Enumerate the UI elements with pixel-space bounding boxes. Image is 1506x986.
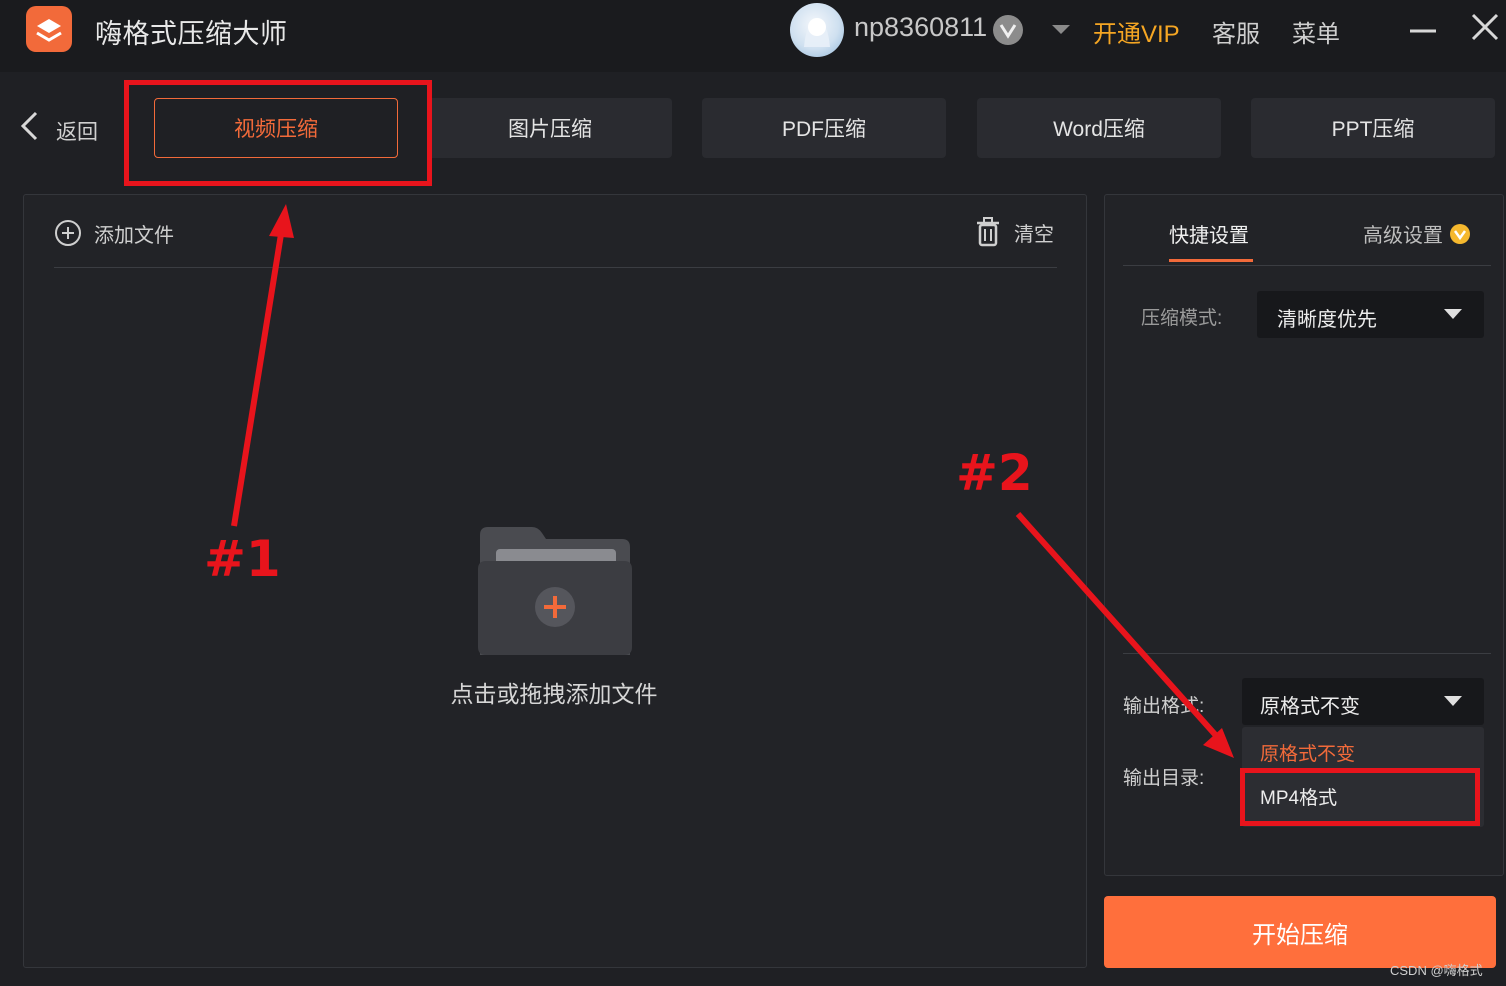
back-arrow-icon bbox=[20, 111, 38, 141]
title-bar: 嗨格式压缩大师 np8360811 开通VIP 客服 菜单 bbox=[0, 0, 1506, 72]
silver-badge-icon bbox=[993, 15, 1023, 45]
compress-mode-value: 清晰度优先 bbox=[1277, 309, 1377, 331]
tab-advanced-settings[interactable]: 高级设置 bbox=[1363, 219, 1471, 248]
username[interactable]: np8360811 bbox=[854, 12, 987, 43]
advanced-tab-label: 高级设置 bbox=[1363, 225, 1443, 247]
chevron-down-icon bbox=[1444, 309, 1462, 319]
active-tab-underline bbox=[1169, 259, 1253, 262]
start-compress-button[interactable]: 开始压缩 bbox=[1104, 896, 1496, 968]
divider bbox=[54, 267, 1057, 268]
back-label: 返回 bbox=[56, 121, 98, 144]
open-vip-link[interactable]: 开通VIP bbox=[1093, 14, 1180, 49]
clear-label: 清空 bbox=[1014, 223, 1054, 246]
menu-link[interactable]: 菜单 bbox=[1292, 14, 1340, 49]
close-icon[interactable] bbox=[1468, 10, 1502, 44]
file-list-panel: 添加文件 清空 点击或拖拽添加文件 bbox=[23, 194, 1087, 968]
output-dir-label: 输出目录: bbox=[1123, 768, 1205, 789]
minimize-icon[interactable] bbox=[1408, 16, 1438, 46]
divider bbox=[1123, 265, 1491, 266]
annotation-box-1 bbox=[124, 80, 432, 186]
annotation-box-2 bbox=[1240, 768, 1480, 826]
compress-mode-select[interactable]: 清晰度优先 bbox=[1257, 291, 1484, 338]
watermark: CSDN @嗨格式 bbox=[1390, 963, 1483, 978]
tab-ppt-compress[interactable]: PPT压缩 bbox=[1251, 98, 1495, 158]
tab-quick-settings[interactable]: 快捷设置 bbox=[1169, 219, 1249, 248]
avatar[interactable] bbox=[790, 3, 844, 57]
add-files-label: 添加文件 bbox=[94, 224, 174, 247]
trash-icon bbox=[977, 217, 999, 247]
tab-image-compress[interactable]: 图片压缩 bbox=[428, 98, 672, 158]
add-files-button[interactable]: 添加文件 bbox=[54, 217, 174, 249]
chevron-down-icon bbox=[1444, 696, 1462, 706]
crown-icon bbox=[1450, 223, 1470, 244]
app-title: 嗨格式压缩大师 bbox=[95, 19, 288, 49]
customer-service-link[interactable]: 客服 bbox=[1212, 14, 1260, 49]
chevron-down-icon[interactable] bbox=[1050, 22, 1072, 36]
tab-word-compress[interactable]: Word压缩 bbox=[977, 98, 1221, 158]
divider bbox=[1123, 653, 1491, 654]
annotation-label-2: #2 bbox=[956, 444, 1033, 502]
clear-button[interactable]: 清空 bbox=[974, 215, 1054, 249]
drop-hint: 点击或拖拽添加文件 bbox=[450, 681, 658, 707]
format-option-original[interactable]: 原格式不变 bbox=[1260, 739, 1355, 766]
tab-pdf-compress[interactable]: PDF压缩 bbox=[702, 98, 946, 158]
output-format-value: 原格式不变 bbox=[1260, 696, 1360, 718]
compress-mode-label: 压缩模式: bbox=[1141, 308, 1223, 329]
app-logo-icon bbox=[26, 6, 72, 52]
back-button[interactable]: 返回 bbox=[18, 108, 108, 148]
plus-circle-icon bbox=[55, 220, 81, 246]
output-format-label: 输出格式: bbox=[1123, 696, 1205, 717]
output-format-select[interactable]: 原格式不变 bbox=[1242, 678, 1484, 725]
annotation-label-1: #1 bbox=[204, 530, 281, 588]
